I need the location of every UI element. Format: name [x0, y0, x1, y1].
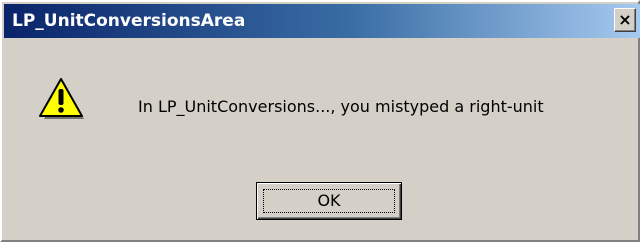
close-icon: × — [618, 10, 632, 29]
ok-button[interactable]: OK — [256, 182, 402, 220]
warning-triangle-graphic — [39, 78, 84, 119]
ok-button-label: OK — [317, 191, 341, 210]
warning-icon — [38, 78, 86, 122]
window-title: LP_UnitConversionsArea — [12, 11, 246, 31]
title-bar[interactable]: LP_UnitConversionsArea × — [4, 4, 640, 38]
close-button[interactable]: × — [614, 8, 636, 32]
message-box-window: LP_UnitConversionsArea × In LP_UnitConve… — [0, 0, 640, 242]
dialog-message: In LP_UnitConversions..., you mistyped a… — [138, 97, 544, 116]
